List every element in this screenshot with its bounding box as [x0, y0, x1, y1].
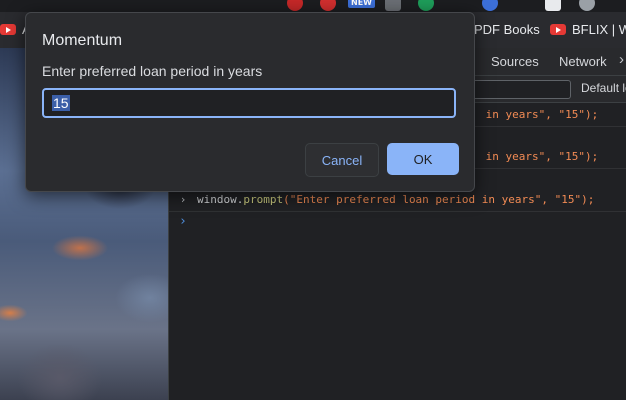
extension-icon[interactable] — [545, 0, 561, 11]
chevron-right-icon[interactable]: › — [169, 189, 197, 211]
prompt-dialog: Momentum Enter preferred loan period in … — [25, 12, 475, 192]
extension-icon[interactable] — [418, 0, 434, 11]
ok-button[interactable]: OK — [387, 143, 459, 175]
log-levels-dropdown[interactable]: Default le — [581, 81, 626, 95]
youtube-icon — [0, 24, 16, 35]
extension-icon[interactable] — [320, 0, 336, 11]
dialog-title: Momentum — [42, 32, 123, 49]
cancel-button[interactable]: Cancel — [305, 143, 379, 177]
dialog-message: Enter preferred loan period in years — [42, 63, 263, 79]
filter-input[interactable] — [459, 80, 571, 99]
extension-icon[interactable] — [482, 0, 498, 11]
chevron-right-icon[interactable]: › — [619, 51, 624, 68]
extension-icon[interactable] — [287, 0, 303, 11]
bookmark-item[interactable]: PDF Books — [474, 22, 540, 37]
dialog-input[interactable]: 15 — [42, 88, 456, 118]
extension-icon[interactable] — [385, 0, 401, 11]
profile-icon[interactable] — [579, 0, 595, 11]
browser-toolbar: NEW — [0, 0, 626, 12]
youtube-icon — [550, 24, 566, 35]
new-badge: NEW — [348, 0, 375, 8]
dialog-input-value: 15 — [52, 95, 70, 111]
console-line: › window.prompt("Enter preferred loan per… — [169, 189, 626, 212]
console-prompt[interactable]: › — [179, 214, 187, 229]
tab-network[interactable]: Network — [559, 54, 607, 69]
bookmark-item[interactable]: BFLIX | W — [550, 22, 626, 37]
tab-sources[interactable]: Sources — [491, 54, 539, 69]
